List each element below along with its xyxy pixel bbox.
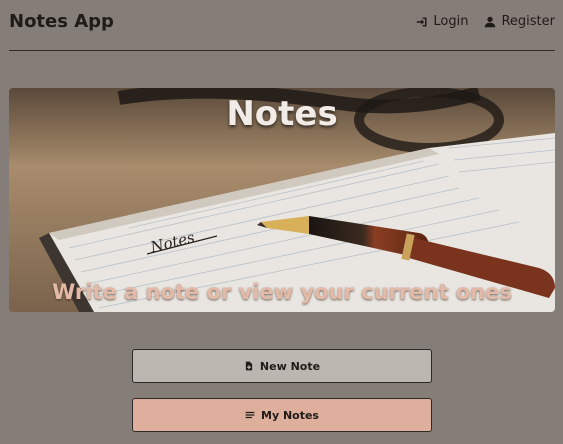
brand-title[interactable]: Notes App — [9, 11, 114, 32]
new-note-button[interactable]: New Note — [132, 349, 432, 383]
list-icon — [245, 411, 255, 419]
hero-title: Notes — [226, 94, 338, 134]
login-label: Login — [433, 14, 469, 29]
my-notes-button[interactable]: My Notes — [132, 398, 432, 432]
my-notes-label: My Notes — [261, 408, 319, 422]
nav-links: Login Register — [416, 14, 555, 29]
new-note-label: New Note — [259, 359, 321, 373]
navbar: Notes App Login Register — [9, 0, 555, 51]
hero-banner: Notes Notes Write a note or view your cu… — [9, 88, 555, 312]
register-label: Register — [501, 14, 555, 29]
register-link[interactable]: Register — [484, 14, 555, 29]
sign-in-icon — [417, 17, 427, 26]
login-link[interactable]: Login — [416, 14, 468, 29]
user-icon — [485, 16, 496, 27]
file-plus-icon — [245, 361, 253, 371]
hero-subtitle: Write a note or view your current ones — [52, 280, 512, 304]
